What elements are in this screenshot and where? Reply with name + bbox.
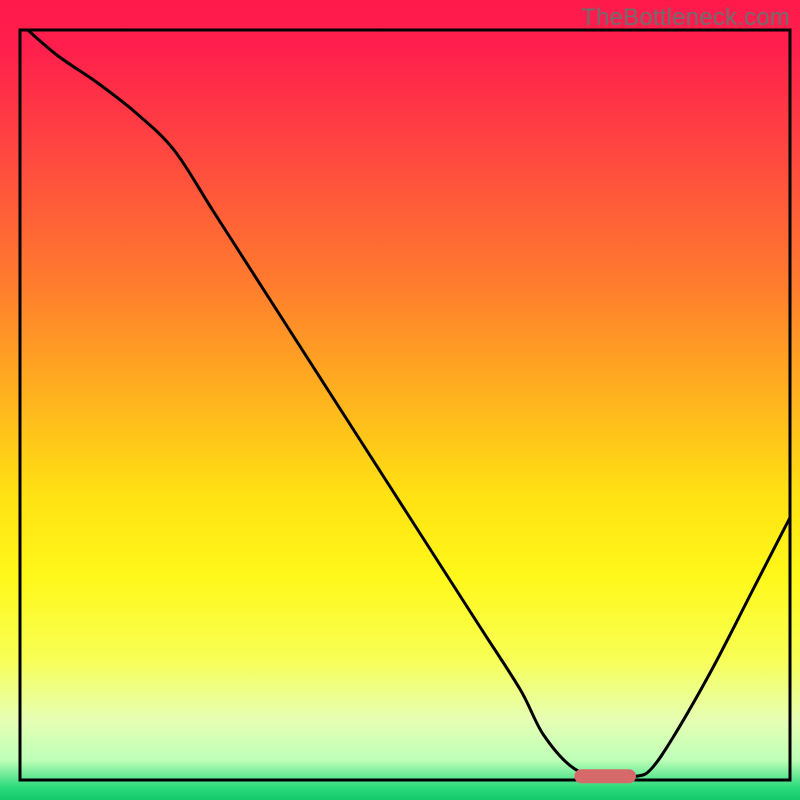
bottleneck-chart: TheBottleneck.com [0,0,800,800]
watermark-text: TheBottleneck.com [581,4,790,32]
optimal-marker [574,769,636,783]
chart-svg [0,0,800,800]
chart-background-gradient [0,0,800,800]
